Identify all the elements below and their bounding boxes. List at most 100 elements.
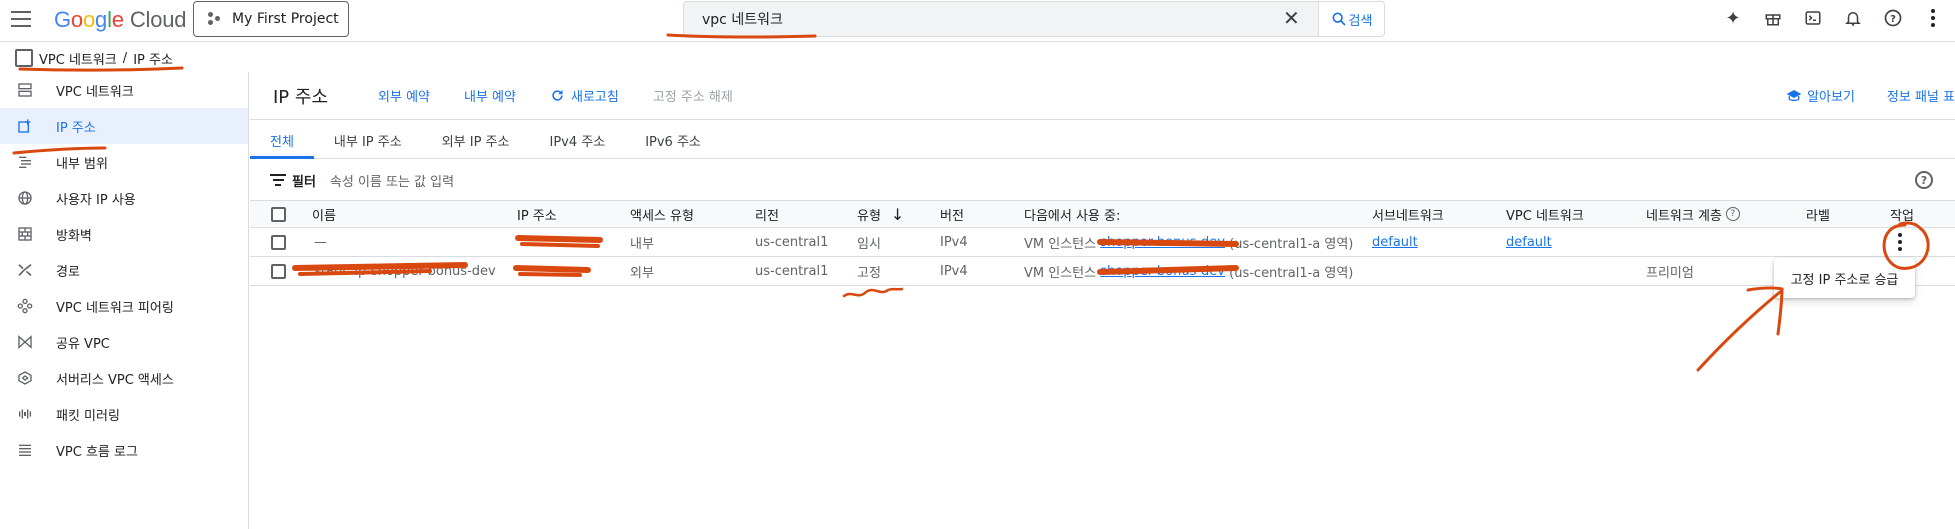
page-title: IP 주소 — [273, 86, 329, 108]
help-icon[interactable]: ? — [1915, 171, 1933, 189]
sidebar-item-label: 방화벽 — [56, 228, 92, 244]
filter-icon[interactable] — [270, 174, 286, 186]
sidebar-item-internal-range[interactable]: 내부 범위 — [0, 144, 248, 180]
column-header-label[interactable]: 라벨 — [1806, 201, 1830, 227]
sidebar-item-firewall[interactable]: 방화벽 — [0, 216, 248, 252]
sidebar-item-ip-address[interactable]: IP 주소 — [0, 108, 248, 144]
row-checkbox[interactable] — [271, 263, 286, 279]
cell-name[interactable]: static-ip-shopper-bonus-dev — [314, 257, 496, 285]
search-icon — [1332, 12, 1346, 26]
tab-ipv6[interactable]: IPv6 주소 — [625, 121, 721, 159]
used-by-prefix: VM 인스턴스 — [1024, 236, 1097, 252]
sidebar-item-label: 공유 VPC — [56, 336, 110, 352]
column-header-region[interactable]: 리전 — [755, 201, 779, 227]
more-vert-icon[interactable] — [1921, 6, 1945, 30]
search-button-label: 검색 — [1348, 13, 1373, 29]
subnetwork-link[interactable]: default — [1372, 235, 1418, 250]
project-label: My First Project — [232, 11, 339, 27]
sidebar-item-byoip[interactable]: 사용자 IP 사용 — [0, 180, 248, 216]
breadcrumb-separator: / — [122, 50, 128, 66]
table-row: static-ip-shopper-bonus-dev 외부 us-centra… — [250, 257, 1955, 286]
instance-link[interactable]: shopper-bonus-dev — [1100, 235, 1225, 250]
column-header-subnetwork[interactable]: 서브네트워크 — [1372, 201, 1444, 227]
sparkle-icon[interactable]: ✦ — [1721, 6, 1745, 30]
sidebar-item-label: 사용자 IP 사용 — [56, 192, 136, 208]
info-panel-button[interactable]: 정보 패널 표 — [1887, 86, 1955, 105]
terminal-icon[interactable] — [1801, 6, 1825, 30]
row-checkbox[interactable] — [271, 234, 286, 250]
search-button[interactable]: 검색 — [1318, 1, 1385, 37]
reserve-internal-button[interactable]: 내부 예약 — [464, 86, 516, 105]
used-by-suffix: (us-central1-a 영역) — [1229, 236, 1354, 252]
flow-logs-icon — [16, 441, 34, 459]
tab-internal-ip[interactable]: 내부 IP 주소 — [314, 121, 422, 159]
help-icon[interactable]: ? — [1725, 207, 1740, 221]
instance-link[interactable]: shopper-bonus-dev — [1100, 264, 1225, 279]
cell-type: 고정 — [857, 265, 881, 281]
more-vert-icon[interactable] — [1898, 228, 1902, 256]
release-static-button[interactable]: 고정 주소 해제 — [653, 86, 733, 105]
column-header-actions: 작업 — [1890, 208, 1914, 224]
column-header-ip[interactable]: IP 주소 — [517, 201, 557, 227]
tab-external-ip[interactable]: 외부 IP 주소 — [422, 121, 530, 159]
cell-tier: 프리미엄 — [1646, 265, 1694, 281]
vpc-network-icon — [16, 81, 34, 99]
cell-version: IPv4 — [940, 263, 968, 279]
reserve-external-button[interactable]: 외부 예약 — [378, 86, 430, 105]
refresh-label: 새로고침 — [570, 90, 619, 105]
column-header-used-by[interactable]: 다음에서 사용 중: — [1024, 201, 1120, 227]
serverless-icon — [16, 369, 34, 387]
packet-mirroring-icon — [16, 405, 34, 423]
cell-used-by: VM 인스턴스 shopper-bonus-dev (us-central1-a… — [1024, 257, 1353, 285]
learn-button[interactable]: 알아보기 — [1786, 86, 1855, 105]
refresh-button[interactable]: 새로고침 — [550, 86, 619, 105]
column-header-version[interactable]: 버전 — [940, 201, 964, 227]
sidebar-item-serverless-vpc[interactable]: 서버리스 VPC 액세스 — [0, 360, 248, 396]
column-header-access[interactable]: 액세스 유형 — [630, 201, 694, 227]
column-header-type-label: 유형 — [857, 208, 881, 224]
cell-access: 내부 — [630, 236, 654, 252]
breadcrumb-item-vpc[interactable]: VPC 네트워크 — [39, 49, 117, 68]
column-header-vpc-network[interactable]: VPC 네트워크 — [1506, 201, 1584, 227]
shared-vpc-icon — [16, 333, 34, 351]
vpc-network-link[interactable]: default — [1506, 235, 1552, 250]
top-icon-group: ✦ ? — [1721, 6, 1945, 30]
close-icon[interactable]: ✕ — [1283, 8, 1300, 28]
sidebar-item-label: VPC 네트워크 피어링 — [56, 300, 174, 316]
select-all-checkbox[interactable] — [271, 206, 286, 222]
page-header: IP 주소 외부 예약 내부 예약 새로고침 고정 주소 해제 알아보기 정보 … — [250, 72, 1955, 120]
sidebar-item-peering[interactable]: VPC 네트워크 피어링 — [0, 288, 248, 324]
filter-label[interactable]: 필터 — [292, 171, 316, 190]
tab-ipv4[interactable]: IPv4 주소 — [529, 121, 625, 159]
breadcrumb-item-ip[interactable]: IP 주소 — [133, 49, 173, 68]
gift-icon[interactable] — [1761, 6, 1785, 30]
column-header-type[interactable]: 유형 ↓ — [857, 201, 904, 227]
breadcrumb: VPC 네트워크 / IP 주소 — [15, 48, 173, 68]
firewall-icon — [16, 225, 34, 243]
column-header-tier[interactable]: 네트워크 계층 ? — [1646, 201, 1740, 227]
sidebar: VPC 네트워크 IP 주소 내부 범위 사용자 IP 사용 방화벽 경로 VP… — [0, 72, 249, 529]
google-cloud-logo[interactable]: Google Cloud — [54, 7, 186, 33]
promote-static-ip-menu-item[interactable]: 고정 IP 주소로 승급 — [1791, 269, 1899, 288]
vpc-network-icon — [15, 49, 33, 67]
tab-all[interactable]: 전체 — [250, 121, 314, 159]
filter-input[interactable]: 속성 이름 또는 값 입력 — [330, 171, 454, 190]
sidebar-item-shared-vpc[interactable]: 공유 VPC — [0, 324, 248, 360]
sidebar-item-packet-mirroring[interactable]: 패킷 미러링 — [0, 396, 248, 432]
cell-version: IPv4 — [940, 234, 968, 250]
help-icon[interactable]: ? — [1881, 6, 1905, 30]
project-picker-button[interactable]: My First Project — [193, 1, 349, 37]
tab-bar: 전체 내부 IP 주소 외부 IP 주소 IPv4 주소 IPv6 주소 — [250, 121, 1955, 159]
search-input[interactable]: vpc 네트워크 — [683, 1, 1319, 37]
route-icon — [16, 261, 34, 279]
column-header-name[interactable]: 이름 — [312, 201, 336, 227]
row-actions-menu: 고정 IP 주소로 승급 — [1774, 258, 1915, 298]
cell-region: us-central1 — [755, 234, 829, 250]
bell-icon[interactable] — [1841, 6, 1865, 30]
sidebar-item-label: 패킷 미러링 — [56, 408, 120, 424]
sidebar-item-routes[interactable]: 경로 — [0, 252, 248, 288]
menu-icon[interactable] — [11, 11, 31, 27]
cell-access: 외부 — [630, 265, 654, 281]
sidebar-item-vpc-network[interactable]: VPC 네트워크 — [0, 72, 248, 108]
sidebar-item-flow-logs[interactable]: VPC 흐름 로그 — [0, 432, 248, 468]
